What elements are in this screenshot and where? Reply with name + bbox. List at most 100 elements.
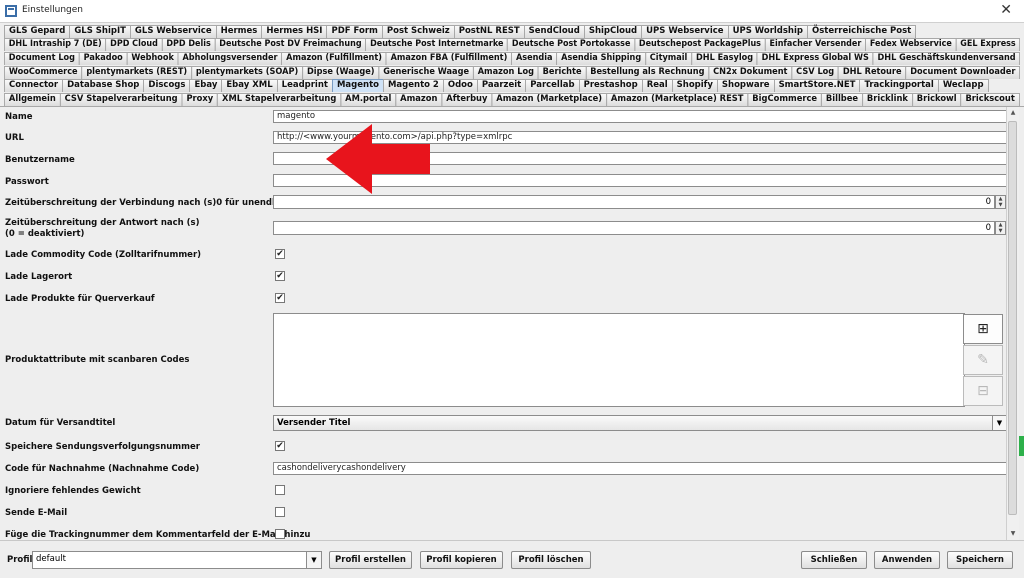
tab-trackingportal[interactable]: Trackingportal	[859, 79, 939, 92]
tab-dhl-intraship-7-de[interactable]: DHL Intraship 7 (DE)	[4, 38, 107, 51]
conn-timeout-input[interactable]: 0	[273, 195, 995, 209]
spin-down-icon[interactable]: ▼	[996, 228, 1005, 234]
commodity-checkbox[interactable]: ✔	[275, 249, 285, 259]
tab-allgemein[interactable]: Allgemein	[4, 93, 61, 106]
tab-xml-stapelverarbeitung[interactable]: XML Stapelverarbeitung	[217, 93, 342, 106]
close-window-button[interactable]: ✕	[1000, 2, 1012, 18]
chevron-down-icon[interactable]: ▼	[306, 552, 321, 568]
apply-button[interactable]: Anwenden	[874, 551, 940, 569]
cod-input[interactable]: cashondeliverycashondelivery	[273, 462, 1007, 475]
tab-ups-webservice[interactable]: UPS Webservice	[641, 25, 729, 38]
tab-document-downloader[interactable]: Document Downloader	[905, 66, 1021, 79]
tab-ebay[interactable]: Ebay	[189, 79, 223, 92]
save-button[interactable]: Speichern	[947, 551, 1013, 569]
weight-checkbox[interactable]	[275, 485, 285, 495]
tab-odoo[interactable]: Odoo	[442, 79, 478, 92]
tab-amazon[interactable]: Amazon	[395, 93, 443, 106]
tab-magento[interactable]: Magento	[331, 79, 384, 92]
tab-gls-webservice[interactable]: GLS Webservice	[129, 25, 217, 38]
resp-timeout-spinner[interactable]: ▲ ▼	[995, 221, 1006, 235]
tab-shipcloud[interactable]: ShipCloud	[583, 25, 643, 38]
tab-fedex-webservice[interactable]: Fedex Webservice	[865, 38, 957, 51]
tab-dhl-retoure[interactable]: DHL Retoure	[838, 66, 907, 79]
tab-weclapp[interactable]: Weclapp	[937, 79, 989, 92]
tab-csv-stapelverarbeitung[interactable]: CSV Stapelverarbeitung	[59, 93, 183, 106]
tab-woocommerce[interactable]: WooCommerce	[4, 66, 83, 79]
tab-deutsche-post-dv-freimachung[interactable]: Deutsche Post DV Freimachung	[214, 38, 367, 51]
tab-ebay-xml[interactable]: Ebay XML	[221, 79, 278, 92]
tab-parcellab[interactable]: Parcellab	[525, 79, 580, 92]
tab-brickowl[interactable]: Brickowl	[911, 93, 962, 106]
tab-proxy[interactable]: Proxy	[181, 93, 219, 106]
tab-bestellung-als-rechnung[interactable]: Bestellung als Rechnung	[585, 66, 710, 79]
tab-plentymarkets-soap[interactable]: plentymarkets (SOAP)	[191, 66, 304, 79]
copy-profile-button[interactable]: Profil kopieren	[420, 551, 503, 569]
tab-database-shop[interactable]: Database Shop	[62, 79, 145, 92]
tab-am-portal[interactable]: AM.portal	[340, 93, 397, 106]
tab-cn2x-dokument[interactable]: CN2x Dokument	[708, 66, 793, 79]
tab-shopify[interactable]: Shopify	[671, 79, 718, 92]
tab-real[interactable]: Real	[641, 79, 673, 92]
remove-attribute-button[interactable]: ⊟	[963, 376, 1003, 406]
close-button[interactable]: Schließen	[801, 551, 867, 569]
versandtitel-select[interactable]: Versender Titel ▼	[273, 415, 1007, 431]
tab-dipse-waage[interactable]: Dipse (Waage)	[302, 66, 380, 79]
tab-bricklink[interactable]: Bricklink	[862, 93, 913, 106]
tab-dpd-cloud[interactable]: DPD Cloud	[105, 38, 163, 51]
tab-dhl-express-global-ws[interactable]: DHL Express Global WS	[756, 52, 874, 65]
tab-brickscout[interactable]: Brickscout	[960, 93, 1020, 106]
tab-einfacher-versender[interactable]: Einfacher Versender	[764, 38, 867, 51]
tab-magento-2[interactable]: Magento 2	[382, 79, 444, 92]
tab-berichte[interactable]: Berichte	[537, 66, 587, 79]
vertical-scrollbar[interactable]: ▲ ▼	[1006, 107, 1019, 540]
tab-leadprint[interactable]: Leadprint	[276, 79, 333, 92]
tab-gls-shipit[interactable]: GLS ShipIT	[69, 25, 131, 38]
tab-gel-express[interactable]: GEL Express	[955, 38, 1021, 51]
tab-billbee[interactable]: Billbee	[820, 93, 863, 106]
delete-profile-button[interactable]: Profil löschen	[511, 551, 591, 569]
scroll-down-icon[interactable]: ▼	[1007, 528, 1019, 540]
tab-amazon-fulfillment[interactable]: Amazon (Fulfillment)	[281, 52, 387, 65]
tab-abholungsversender[interactable]: Abholungsversender	[177, 52, 283, 65]
attributes-list[interactable]	[273, 313, 965, 407]
tab-postnl-rest[interactable]: PostNL REST	[453, 25, 525, 38]
tab-bigcommerce[interactable]: BigCommerce	[747, 93, 822, 106]
tab-deutsche-post-portokasse[interactable]: Deutsche Post Portokasse	[507, 38, 636, 51]
tab-gls-gepard[interactable]: GLS Gepard	[4, 25, 71, 38]
tab-pakadoo[interactable]: Pakadoo	[78, 52, 128, 65]
comment-checkbox[interactable]	[275, 529, 285, 539]
email-checkbox[interactable]	[275, 507, 285, 517]
scroll-up-icon[interactable]: ▲	[1007, 107, 1019, 119]
resp-timeout-input[interactable]: 0	[273, 221, 995, 235]
tab-ups-worldship[interactable]: UPS Worldship	[727, 25, 808, 38]
conn-timeout-spinner[interactable]: ▲ ▼	[995, 195, 1006, 209]
add-attribute-button[interactable]: ⊞	[963, 314, 1003, 344]
chevron-down-icon[interactable]: ▼	[992, 416, 1006, 430]
tab-prestashop[interactable]: Prestashop	[578, 79, 643, 92]
scroll-thumb[interactable]	[1008, 121, 1017, 515]
name-input[interactable]: magento	[273, 110, 1007, 123]
tab-hermes[interactable]: Hermes	[215, 25, 263, 38]
tab-shopware[interactable]: Shopware	[716, 79, 775, 92]
tab-asendia[interactable]: Asendia	[511, 52, 558, 65]
tab-deutsche-post-internetmarke[interactable]: Deutsche Post Internetmarke	[365, 38, 509, 51]
tab-document-log[interactable]: Document Log	[4, 52, 80, 65]
create-profile-button[interactable]: Profil erstellen	[329, 551, 412, 569]
tab-smartstore-net[interactable]: SmartStore.NET	[773, 79, 861, 92]
tab-amazon-log[interactable]: Amazon Log	[472, 66, 539, 79]
tab-dhl-easylog[interactable]: DHL Easylog	[691, 52, 758, 65]
tab-amazon-fba-fulfillment[interactable]: Amazon FBA (Fulfillment)	[385, 52, 513, 65]
tab-plentymarkets-rest[interactable]: plentymarkets (REST)	[81, 66, 192, 79]
spin-down-icon[interactable]: ▼	[996, 202, 1005, 208]
tab-discogs[interactable]: Discogs	[143, 79, 191, 92]
lagerort-checkbox[interactable]: ✔	[275, 271, 285, 281]
tab-asendia-shipping[interactable]: Asendia Shipping	[556, 52, 646, 65]
tab-dpd-delis[interactable]: DPD Delis	[161, 38, 216, 51]
tab-amazon-marketplace[interactable]: Amazon (Marketplace)	[491, 93, 608, 106]
tab-hermes-hsi[interactable]: Hermes HSI	[261, 25, 328, 38]
tab-dhl-geschäftskundenversand[interactable]: DHL Geschäftskundenversand	[872, 52, 1021, 65]
profile-select[interactable]: default ▼	[32, 551, 322, 569]
tab-pdf-form[interactable]: PDF Form	[326, 25, 383, 38]
tab-afterbuy[interactable]: Afterbuy	[441, 93, 493, 106]
tab-amazon-marketplace-rest[interactable]: Amazon (Marketplace) REST	[606, 93, 749, 106]
